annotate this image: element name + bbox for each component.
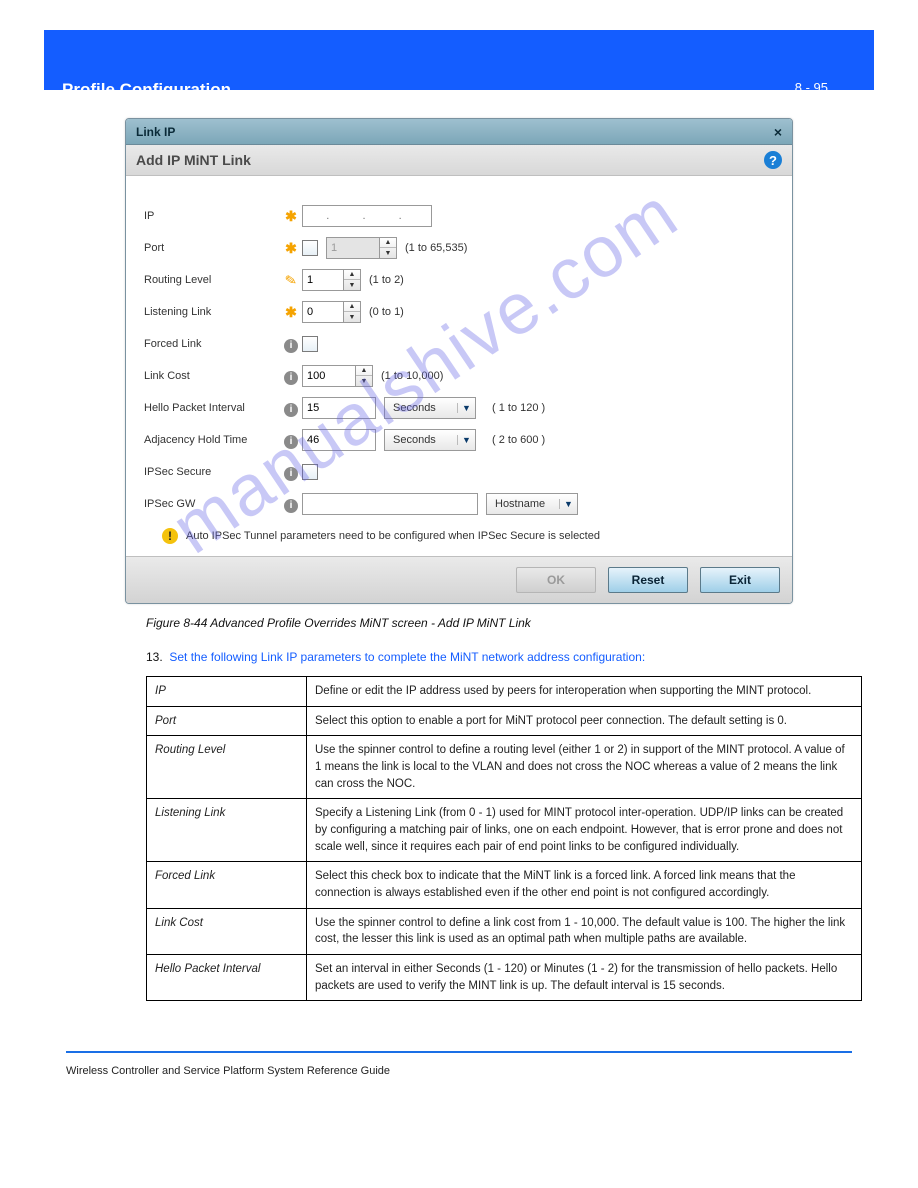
parameter-table: IPDefine or edit the IP address used by …	[146, 676, 862, 1001]
table-value: Specify a Listening Link (from 0 - 1) us…	[307, 799, 862, 862]
routing-level-spinner[interactable]: ▲▼	[344, 269, 361, 291]
info-icon: i	[280, 399, 302, 417]
link-ip-dialog: Link IP × Add IP MiNT Link ? IP ✱ Port ✱…	[125, 118, 793, 604]
label-link-cost: Link Cost	[144, 370, 280, 382]
table-key: Port	[147, 706, 307, 736]
warning-icon: !	[162, 528, 178, 544]
routing-hint: (1 to 2)	[369, 274, 404, 286]
label-port: Port	[144, 242, 280, 254]
table-value: Select this check box to indicate that t…	[307, 862, 862, 908]
port-spinner: ▲▼	[380, 237, 397, 259]
required-icon: ✱	[280, 304, 302, 321]
page-number: 8 - 95	[795, 80, 828, 95]
info-icon: i	[280, 495, 302, 513]
label-ipsec-secure: IPSec Secure	[144, 466, 280, 478]
port-input	[326, 237, 380, 259]
ipsec-gw-type-select[interactable]: Hostname▼	[486, 493, 578, 515]
exit-button[interactable]: Exit	[700, 567, 780, 593]
dialog-titlebar: Link IP ×	[126, 119, 792, 145]
label-ip: IP	[144, 210, 280, 222]
table-key: IP	[147, 677, 307, 707]
table-value: Use the spinner control to define a rout…	[307, 736, 862, 799]
forced-link-checkbox[interactable]	[302, 336, 318, 352]
listening-link-spinner[interactable]: ▲▼	[344, 301, 361, 323]
required-icon: ✱	[280, 240, 302, 257]
hello-hint: ( 1 to 120 )	[492, 402, 545, 414]
table-key: Listening Link	[147, 799, 307, 862]
table-key: Hello Packet Interval	[147, 955, 307, 1001]
adjacency-input[interactable]	[302, 429, 376, 451]
help-icon[interactable]: ?	[764, 151, 782, 169]
close-icon[interactable]: ×	[774, 124, 782, 140]
port-hint: (1 to 65,535)	[405, 242, 467, 254]
chevron-down-icon: ▼	[457, 435, 475, 445]
link-cost-input[interactable]	[302, 365, 356, 387]
ipsec-gw-input[interactable]	[302, 493, 478, 515]
banner-title: Profile Configuration	[62, 80, 231, 100]
edit-icon: ✎	[280, 272, 302, 289]
label-ipsec-gw: IPSec GW	[144, 498, 280, 510]
footer-text: Wireless Controller and Service Platform…	[66, 1065, 918, 1077]
figure-caption: Figure 8-44 Advanced Profile Overrides M…	[146, 616, 918, 630]
info-icon: i	[280, 431, 302, 449]
table-value: Select this option to enable a port for …	[307, 706, 862, 736]
dialog-title: Link IP	[136, 125, 175, 139]
ipsec-secure-checkbox[interactable]	[302, 464, 318, 480]
link-cost-spinner[interactable]: ▲▼	[356, 365, 373, 387]
label-forced-link: Forced Link	[144, 338, 280, 350]
chevron-down-icon: ▼	[559, 499, 577, 509]
reset-button[interactable]: Reset	[608, 567, 688, 593]
label-hello: Hello Packet Interval	[144, 402, 280, 414]
intro-text: 13. Set the following Link IP parameters…	[146, 648, 858, 666]
ip-input[interactable]	[302, 205, 432, 227]
listening-link-input[interactable]	[302, 301, 344, 323]
port-enable-checkbox[interactable]	[302, 240, 318, 256]
table-key: Routing Level	[147, 736, 307, 799]
footer-rule	[66, 1051, 852, 1053]
table-key: Forced Link	[147, 862, 307, 908]
link-cost-hint: (1 to 10,000)	[381, 370, 443, 382]
adjacency-hint: ( 2 to 600 )	[492, 434, 545, 446]
table-value: Use the spinner control to define a link…	[307, 908, 862, 954]
ok-button: OK	[516, 567, 596, 593]
table-value: Define or edit the IP address used by pe…	[307, 677, 862, 707]
required-icon: ✱	[280, 208, 302, 225]
chevron-down-icon: ▼	[457, 403, 475, 413]
label-listening-link: Listening Link	[144, 306, 280, 318]
dialog-footer: OK Reset Exit	[126, 556, 792, 603]
dialog-subtitle: Add IP MiNT Link	[136, 152, 251, 168]
hello-unit-select[interactable]: Seconds▼	[384, 397, 476, 419]
routing-level-input[interactable]	[302, 269, 344, 291]
listening-hint: (0 to 1)	[369, 306, 404, 318]
info-icon: i	[280, 335, 302, 353]
label-routing-level: Routing Level	[144, 274, 280, 286]
dialog-subheader: Add IP MiNT Link ?	[126, 145, 792, 176]
label-adjacency: Adjacency Hold Time	[144, 434, 280, 446]
table-key: Link Cost	[147, 908, 307, 954]
table-value: Set an interval in either Seconds (1 - 1…	[307, 955, 862, 1001]
hello-input[interactable]	[302, 397, 376, 419]
adjacency-unit-select[interactable]: Seconds▼	[384, 429, 476, 451]
dialog-body: IP ✱ Port ✱ ▲▼ (1 to 65,535) Routing Lev…	[126, 176, 792, 556]
warning-row: ! Auto IPSec Tunnel parameters need to b…	[162, 528, 774, 544]
info-icon: i	[280, 463, 302, 481]
warning-text: Auto IPSec Tunnel parameters need to be …	[186, 530, 600, 542]
info-icon: i	[280, 367, 302, 385]
